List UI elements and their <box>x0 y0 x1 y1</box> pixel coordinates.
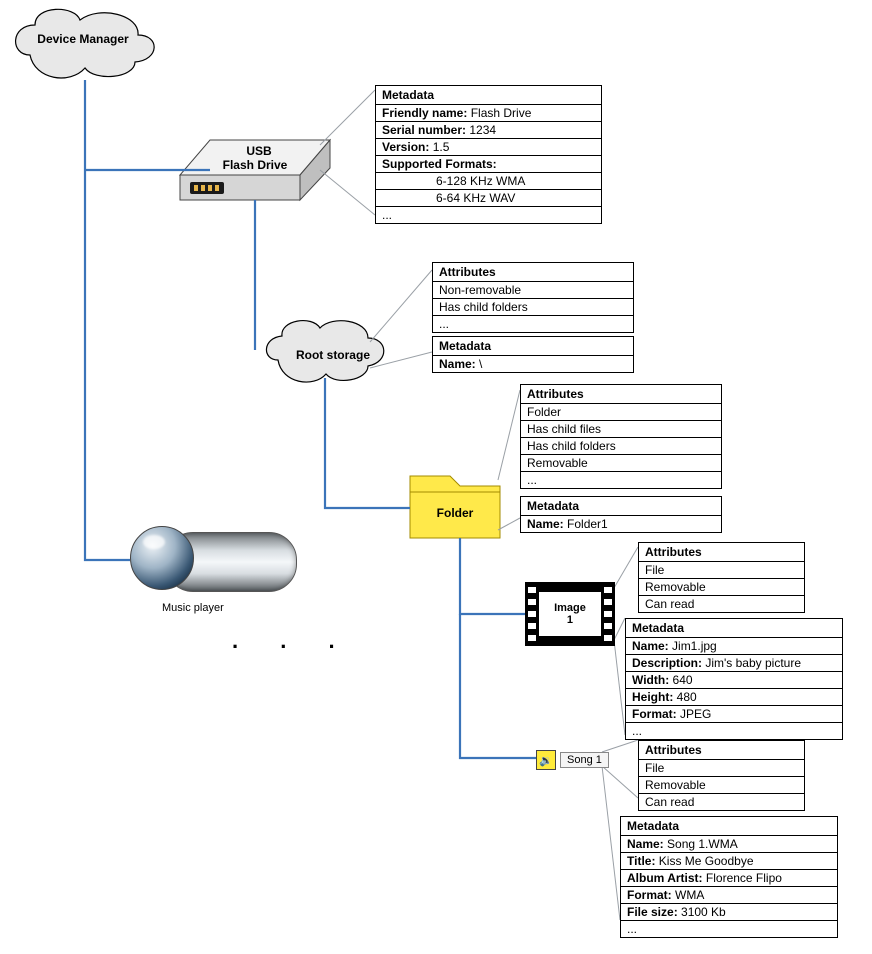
image-node-inner: Image1 <box>539 592 601 636</box>
image-attr-header: Attributes <box>639 543 804 562</box>
ellipsis-dots: . . . <box>232 628 353 654</box>
image-meta-header: Metadata <box>626 619 842 638</box>
song-attr-box: Attributes File Removable Can read <box>638 740 805 811</box>
device-manager-cloud <box>16 9 155 78</box>
root-attr-box: Attributes Non-removable Has child folde… <box>432 262 634 333</box>
folder-meta-box: Metadata Name: Folder1 <box>520 496 722 533</box>
image-meta-box: Metadata Name: Jim1.jpg Description: Jim… <box>625 618 843 740</box>
folder-attr-header: Attributes <box>521 385 721 404</box>
root-attr-header: Attributes <box>433 263 633 282</box>
music-player-label: Music player <box>162 602 224 614</box>
root-storage-cloud <box>266 321 383 382</box>
folder-attr-box: Attributes Folder Has child files Has ch… <box>520 384 722 489</box>
music-player-node <box>130 526 305 596</box>
song-label: Song 1 <box>560 752 609 768</box>
folder-node <box>410 476 500 538</box>
usb-meta-header: Metadata <box>376 86 601 105</box>
song-meta-header: Metadata <box>621 817 837 836</box>
song-attr-header: Attributes <box>639 741 804 760</box>
image-attr-box: Attributes File Removable Can read <box>638 542 805 613</box>
song-meta-box: Metadata Name: Song 1.WMA Title: Kiss Me… <box>620 816 838 938</box>
usb-metadata-box: Metadata Friendly name: Flash Drive Seri… <box>375 85 602 224</box>
root-meta-header: Metadata <box>433 337 633 356</box>
image-node: Image1 <box>525 582 615 646</box>
song-node: 🔉 Song 1 <box>536 750 609 770</box>
root-meta-box: Metadata Name: \ <box>432 336 634 373</box>
folder-meta-header: Metadata <box>521 497 721 516</box>
speaker-icon: 🔉 <box>536 750 556 770</box>
